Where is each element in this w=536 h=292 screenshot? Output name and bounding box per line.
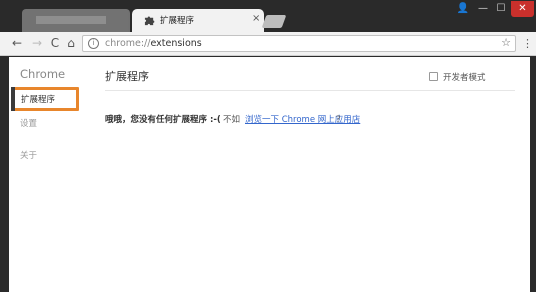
address-bar[interactable]: i chrome://extensions ☆	[82, 35, 516, 52]
user-icon[interactable]: 👤	[453, 1, 473, 17]
browser-window: 扩展程序 × 👤 — ☐ ✕ ← → C ⌂ i chrome://extens…	[0, 0, 536, 292]
maximize-button[interactable]: ☐	[492, 1, 510, 17]
close-window-button[interactable]: ✕	[511, 1, 534, 17]
home-button[interactable]: ⌂	[64, 35, 78, 51]
puzzle-icon	[144, 16, 155, 26]
sidebar-item-label: 扩展程序	[21, 95, 56, 105]
url-path: extensions	[150, 38, 202, 49]
toolbar: ← → C ⌂ i chrome://extensions ☆ ⋮	[0, 32, 536, 56]
tab-extensions[interactable]: 扩展程序 ×	[132, 9, 264, 32]
tab-title: 扩展程序	[160, 16, 195, 26]
reload-button[interactable]: C	[48, 35, 62, 51]
bookmark-star-icon[interactable]: ☆	[501, 36, 511, 49]
close-tab-icon[interactable]: ×	[252, 13, 260, 24]
url-scheme: chrome://	[105, 38, 151, 49]
sidebar-item-about[interactable]: 关于	[20, 149, 37, 161]
sidebar-item-extensions[interactable]: 扩展程序	[11, 87, 79, 111]
minimize-button[interactable]: —	[474, 1, 492, 17]
developer-mode-label[interactable]: 开发者模式	[443, 71, 486, 83]
tab-blurred[interactable]	[22, 9, 130, 32]
menu-icon[interactable]: ⋮	[522, 37, 533, 50]
developer-mode-checkbox[interactable]	[429, 72, 438, 81]
divider	[105, 90, 515, 91]
title-bar: 扩展程序 × 👤 — ☐ ✕	[0, 0, 536, 32]
no-extensions-message: 哦哦，您没有任何扩展程序 :-(	[105, 115, 221, 125]
blurred-tab-title	[36, 16, 106, 24]
sidebar-item-settings[interactable]: 设置	[20, 117, 37, 129]
sidebar-title: Chrome	[20, 67, 66, 81]
url-text[interactable]: chrome://extensions	[105, 38, 202, 49]
back-button[interactable]: ←	[10, 35, 24, 51]
forward-button[interactable]: →	[30, 35, 44, 51]
extensions-page: Chrome 扩展程序 设置 关于 扩展程序 开发者模式 哦哦，您没有任何扩展程…	[9, 57, 530, 292]
info-icon[interactable]: i	[88, 38, 99, 49]
new-tab-button[interactable]	[261, 15, 287, 28]
page-title: 扩展程序	[105, 70, 149, 83]
suggestion-prefix: 不如	[223, 115, 241, 125]
suggestion-suffix: ？	[336, 115, 345, 125]
selected-marker	[11, 87, 15, 111]
